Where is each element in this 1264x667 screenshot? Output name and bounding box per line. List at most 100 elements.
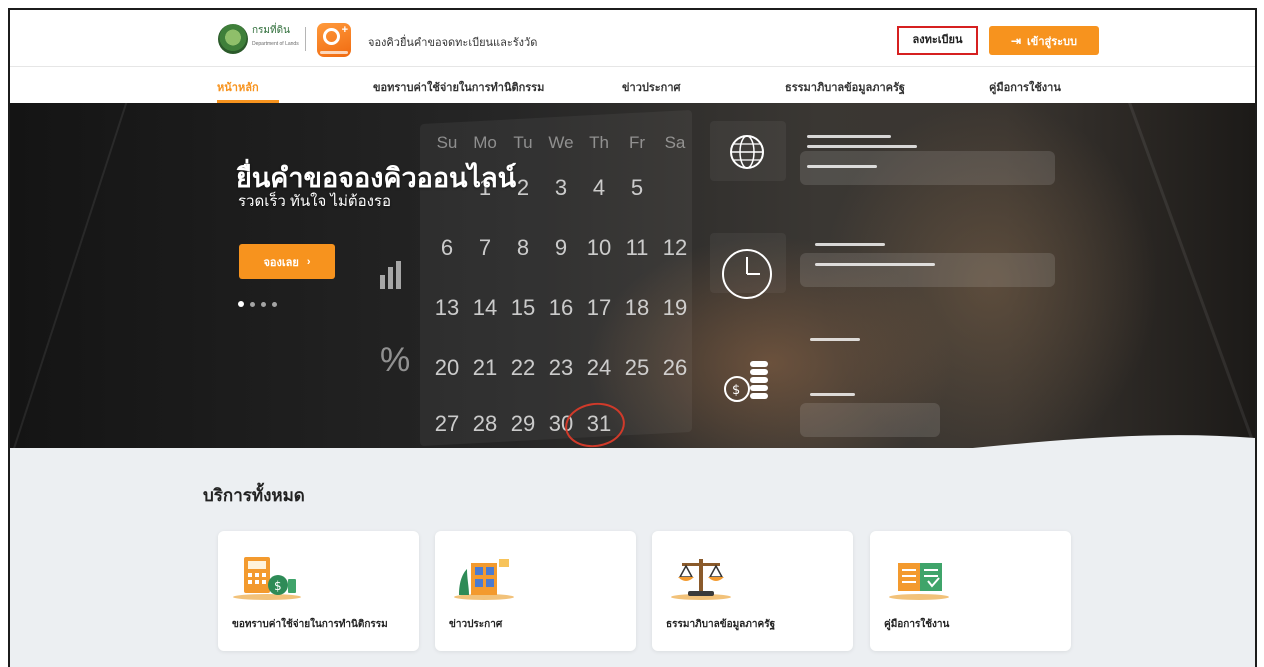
- weekday-label: Su: [436, 133, 458, 152]
- hero-subtitle: รวดเร็ว ทันใจ ไม่ต้องรอ: [238, 193, 391, 210]
- calendar-day: 7: [478, 235, 492, 260]
- manual-book-icon: [889, 563, 949, 600]
- login-icon: ⇥: [1010, 33, 1022, 48]
- hero-banner: Su Mo Tu We Th Fr Sa 1 2 3 4 5 6 7 8 9 1…: [10, 103, 1255, 448]
- decor-line: [807, 165, 877, 168]
- calendar-weekday-row: Su Mo Tu We Th Fr Sa: [428, 133, 698, 153]
- nav-item-news[interactable]: ข่าวประกาศ: [622, 78, 681, 96]
- calendar-day: 26: [662, 355, 688, 380]
- services-title: บริการทั้งหมด: [203, 486, 305, 505]
- calendar-day: 14: [472, 295, 498, 320]
- calendar-week-row: 20 21 22 23 24 25 26: [428, 355, 698, 381]
- calendar-day: 4: [592, 175, 606, 200]
- decor-line: [815, 243, 885, 246]
- decor-bar: [800, 253, 1055, 287]
- calendar-day: 3: [554, 175, 568, 200]
- carousel-dot[interactable]: [250, 301, 255, 307]
- agency-sub-name: Department of Lands: [252, 41, 299, 47]
- calendar-day: 19: [662, 295, 688, 320]
- calendar-day: 15: [510, 295, 536, 320]
- decor-line: [807, 145, 917, 148]
- browser-frame: กรมที่ดิน Department of Lands + จองคิวยื…: [8, 8, 1257, 667]
- book-now-button[interactable]: จองเลย ›: [239, 244, 335, 279]
- app-logo[interactable]: +: [317, 23, 351, 57]
- calendar-day: 6: [440, 235, 454, 260]
- globe-icon: [730, 135, 764, 169]
- register-button[interactable]: ลงทะเบียน: [897, 26, 978, 55]
- site-title: จองคิวยื่นคำขอจดทะเบียนและรังวัด: [368, 37, 538, 49]
- weekday-label: Th: [589, 133, 609, 152]
- percent-icon: %: [380, 341, 411, 379]
- service-card-label: ข่าวประกาศ: [449, 619, 503, 630]
- calendar-day: 21: [472, 355, 498, 380]
- carousel-dot[interactable]: [238, 301, 244, 307]
- service-card-manual[interactable]: คู่มือการใช้งาน: [870, 531, 1071, 651]
- carousel-dot[interactable]: [272, 301, 277, 307]
- nav-item-manual[interactable]: คู่มือการใช้งาน: [989, 78, 1061, 96]
- scales-icon: [671, 559, 731, 600]
- service-card-label: ธรรมาภิบาลข้อมูลภาครัฐ: [666, 619, 776, 630]
- coins-icon: $: [724, 361, 768, 402]
- calendar-day: 16: [548, 295, 574, 320]
- svg-text:$: $: [274, 579, 282, 593]
- login-label: เข้าสู่ระบบ: [1027, 35, 1077, 48]
- logo-divider: [305, 27, 306, 51]
- decor-line: [810, 393, 855, 396]
- agency-seal-logo[interactable]: [218, 24, 248, 54]
- calendar-day: 5: [630, 175, 644, 200]
- app-logo-caption: [320, 51, 348, 54]
- calendar-day: 13: [434, 295, 460, 320]
- nav-item-fee-inquiry[interactable]: ขอทราบค่าใช้จ่ายในการทำนิติกรรม: [373, 78, 544, 96]
- calendar-day: 23: [548, 355, 574, 380]
- weekday-label: Sa: [664, 133, 686, 152]
- calculator-money-icon: $: [233, 557, 301, 600]
- news-building-icon: [454, 559, 514, 600]
- nav-item-home[interactable]: หน้าหลัก: [217, 78, 259, 96]
- calendar-day: 10: [586, 235, 612, 260]
- weekday-label: Tu: [513, 133, 533, 152]
- plus-icon: +: [341, 24, 348, 36]
- chevron-right-icon: ›: [306, 255, 311, 268]
- carousel-dots: [238, 301, 277, 307]
- bar-chart-icon: [380, 261, 401, 289]
- calendar-day: 12: [662, 235, 688, 260]
- calendar-week-row: 6 7 8 9 10 11 12: [428, 235, 698, 261]
- weekday-label: Mo: [473, 133, 497, 152]
- calendar-day: 11: [625, 235, 649, 260]
- section-wave: [10, 435, 1255, 496]
- service-card-data-governance[interactable]: ธรรมาภิบาลข้อมูลภาครัฐ: [652, 531, 853, 651]
- hero-decor-line: [10, 103, 137, 448]
- carousel-dot[interactable]: [261, 301, 266, 307]
- decor-bar: [800, 151, 1055, 185]
- services-section: บริการทั้งหมด $ ขอทราบค่าใช้จ่ายในการทำน…: [10, 435, 1255, 667]
- service-card-fee-inquiry[interactable]: $ ขอทราบค่าใช้จ่ายในการทำนิติกรรม: [218, 531, 419, 651]
- agency-name: กรมที่ดิน: [252, 25, 290, 36]
- calendar-day: 20: [434, 355, 460, 380]
- login-button[interactable]: ⇥ เข้าสู่ระบบ: [989, 26, 1099, 55]
- calendar-day: 22: [510, 355, 536, 380]
- weekday-label: We: [548, 133, 574, 152]
- queue-icon: [323, 28, 340, 45]
- nav-item-data-governance[interactable]: ธรรมาภิบาลข้อมูลภาครัฐ: [785, 78, 905, 96]
- clock-icon: [722, 249, 772, 299]
- calendar-day: 8: [516, 235, 530, 260]
- weekday-label: Fr: [628, 133, 646, 152]
- hero-decor-line: [1118, 103, 1255, 448]
- calendar-week-row: 13 14 15 16 17 18 19: [428, 295, 698, 321]
- calendar-day: 18: [624, 295, 650, 320]
- calendar-day: 24: [586, 355, 612, 380]
- site-header: กรมที่ดิน Department of Lands + จองคิวยื…: [10, 10, 1255, 67]
- decor-line: [807, 135, 891, 138]
- calendar-day: 9: [554, 235, 568, 260]
- service-card-label: คู่มือการใช้งาน: [884, 619, 950, 630]
- service-card-news[interactable]: ข่าวประกาศ: [435, 531, 636, 651]
- agency-logo-text[interactable]: กรมที่ดิน Department of Lands: [252, 26, 299, 49]
- main-nav: หน้าหลัก ขอทราบค่าใช้จ่ายในการทำนิติกรรม…: [10, 67, 1255, 103]
- calendar-day: 25: [624, 355, 650, 380]
- decor-line: [815, 263, 935, 266]
- calendar-day: 17: [586, 295, 612, 320]
- book-now-label: จองเลย: [263, 256, 299, 269]
- decor-line: [810, 338, 860, 341]
- service-card-label: ขอทราบค่าใช้จ่ายในการทำนิติกรรม: [232, 619, 388, 630]
- svg-text:$: $: [732, 383, 740, 398]
